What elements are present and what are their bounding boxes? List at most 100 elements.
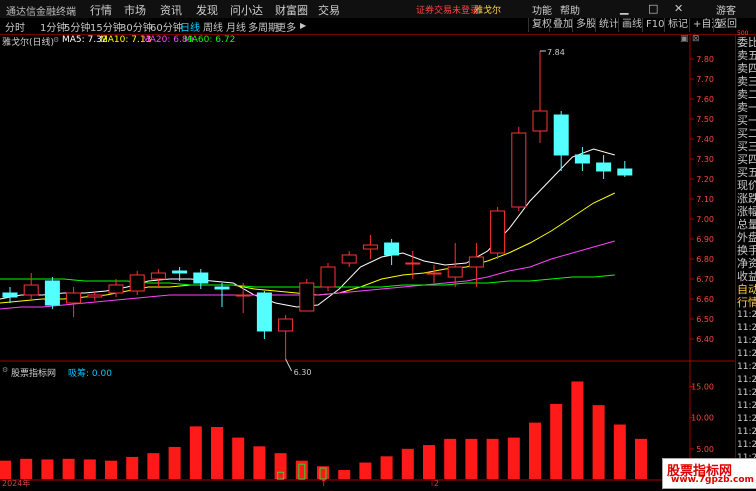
candle-body <box>44 280 60 306</box>
quote-panel-item: 买五 <box>737 166 756 179</box>
quote-panel-item: 净资 <box>737 257 756 270</box>
candle-body <box>320 266 336 288</box>
candle-body <box>426 272 442 275</box>
candle-body <box>87 294 103 298</box>
price-tick-label: 7.50 <box>696 115 714 124</box>
candle-body <box>617 168 633 176</box>
low-label: 6.30 <box>294 368 312 377</box>
guest-label[interactable]: 游客 <box>716 2 736 17</box>
quote-panel-item: 11:29 <box>737 310 756 320</box>
ind-bar <box>232 437 245 479</box>
candle-body <box>553 114 569 156</box>
period-5min[interactable]: 5分钟 <box>64 19 90 34</box>
quote-panel-item: 11:29 <box>737 375 756 385</box>
price-tick-label: 7.20 <box>696 175 714 184</box>
period-fenshi[interactable]: 分时 <box>5 19 25 34</box>
price-tick-label: 7.70 <box>696 75 714 84</box>
candle-body <box>66 292 82 304</box>
quote-panel-item: 买一 <box>737 114 756 127</box>
quote-panel-item: 11:29 <box>737 336 756 346</box>
period-60min[interactable]: 60分钟 <box>150 19 183 34</box>
quote-panel-item: 11:29 <box>737 427 756 437</box>
candle-body <box>129 274 145 292</box>
app-title: 通达信金融终端 <box>6 7 76 18</box>
quote-panel-item[interactable]: 自动 <box>737 283 756 296</box>
price-tick-label: 7.80 <box>696 55 714 64</box>
menu-caifuquan[interactable]: 财富圈 <box>275 2 308 18</box>
candle-body <box>596 162 612 172</box>
close-icon[interactable]: ✕ <box>674 2 683 15</box>
price-tick-label: 6.90 <box>696 235 714 244</box>
menu-zixun[interactable]: 资讯 <box>160 2 182 18</box>
ind-bar <box>444 438 457 479</box>
ind-bar <box>0 460 11 479</box>
candle-body <box>490 210 506 254</box>
title-bar: 通达信金融终端 行情 市场 资讯 发现 问小达 财富圈 交易 证券交易未登录 雅… <box>0 0 756 19</box>
quote-panel-item: 外盘 <box>737 231 756 244</box>
candle-body <box>362 244 378 250</box>
period-daily[interactable]: 日线 <box>180 19 200 34</box>
menu-gongneng[interactable]: 功能 <box>532 2 552 17</box>
ind-bar <box>20 458 33 479</box>
menu-faxian[interactable]: 发现 <box>196 2 218 18</box>
login-status[interactable]: 证券交易未登录 <box>416 3 479 16</box>
ind-bar <box>401 448 414 479</box>
candle-body <box>299 282 315 312</box>
tool-biaoji[interactable]: 标记 <box>664 18 691 32</box>
period-30min[interactable]: 30分钟 <box>120 19 153 34</box>
quote-panel-item: 卖一 <box>737 101 756 114</box>
menu-jiaoyi[interactable]: 交易 <box>318 2 340 18</box>
quote-panel-item: 11:29 <box>737 401 756 411</box>
quote-panel-item: 卖五 <box>737 49 756 62</box>
period-more[interactable]: 更多 <box>276 19 296 34</box>
period-monthly[interactable]: 月线 <box>226 19 246 34</box>
ind-bar <box>83 459 96 479</box>
ind-bar <box>635 438 647 479</box>
menu-wenxiaoda[interactable]: 问小达 <box>230 2 263 18</box>
tool-fanhui[interactable]: 返回 <box>713 18 740 32</box>
minimize-icon[interactable]: ▁ <box>620 2 628 15</box>
quote-panel-item: 涨幅 <box>737 205 756 218</box>
menu-bangzhu[interactable]: 帮助 <box>560 2 580 17</box>
up-arrow-marker: ↑ <box>320 479 328 487</box>
quote-panel-item: 买二 <box>737 127 756 140</box>
candle-body <box>574 154 590 164</box>
quote-panel-item: 11:29 <box>737 388 756 398</box>
ind-bar <box>168 446 181 479</box>
period-multi[interactable]: 多周期 <box>248 19 278 34</box>
ind-bar <box>359 462 372 479</box>
ind-tick-label: 15.00 <box>691 382 714 391</box>
period-15min[interactable]: 15分钟 <box>90 19 123 34</box>
stock-name-tab[interactable]: 雅戈尔 <box>474 3 501 16</box>
period-weekly[interactable]: 周线 <box>203 19 223 34</box>
candle-body <box>172 270 188 274</box>
more-arrow-icon[interactable]: ▶ <box>300 21 306 30</box>
ind-bar <box>592 405 605 479</box>
ind-bar <box>571 381 584 479</box>
quote-panel-item: 11:29 <box>737 323 756 333</box>
candle-body <box>2 292 18 298</box>
ind-bar <box>41 459 54 479</box>
tool-huaxian[interactable]: 画线 <box>618 18 645 32</box>
menu-shichang[interactable]: 市场 <box>124 2 146 18</box>
menu-hangqing[interactable]: 行情 <box>90 2 112 18</box>
price-tick-label: 7.30 <box>696 155 714 164</box>
quote-panel-item[interactable]: 行情 <box>737 296 756 309</box>
watermark-url: www.7gpzb.com <box>671 475 754 485</box>
candle-body <box>235 294 251 297</box>
price-tick-label: 7.40 <box>696 135 714 144</box>
price-tick-label: 6.40 <box>696 335 714 344</box>
quote-panel-item: 11:29 <box>737 414 756 424</box>
quote-panel-item: 买四 <box>737 153 756 166</box>
ind-bar <box>550 403 563 479</box>
candle-body <box>405 262 421 265</box>
candle-body <box>447 266 463 278</box>
ind-bar <box>62 458 75 479</box>
candle-body <box>256 292 272 332</box>
chart-area[interactable]: 6.40 6.50 6.60 6.70 6.80 6.90 7.00 7.10 7.20 7.30… <box>0 34 735 487</box>
maximize-icon[interactable]: □ <box>648 2 658 15</box>
ind-bar <box>465 438 478 479</box>
period-1min[interactable]: 1分钟 <box>40 19 66 34</box>
period-bar: 分时 1分钟 5分钟 15分钟 30分钟 60分钟 日线 周线 月线 多周期 更… <box>0 18 756 35</box>
candle-body <box>511 132 527 208</box>
